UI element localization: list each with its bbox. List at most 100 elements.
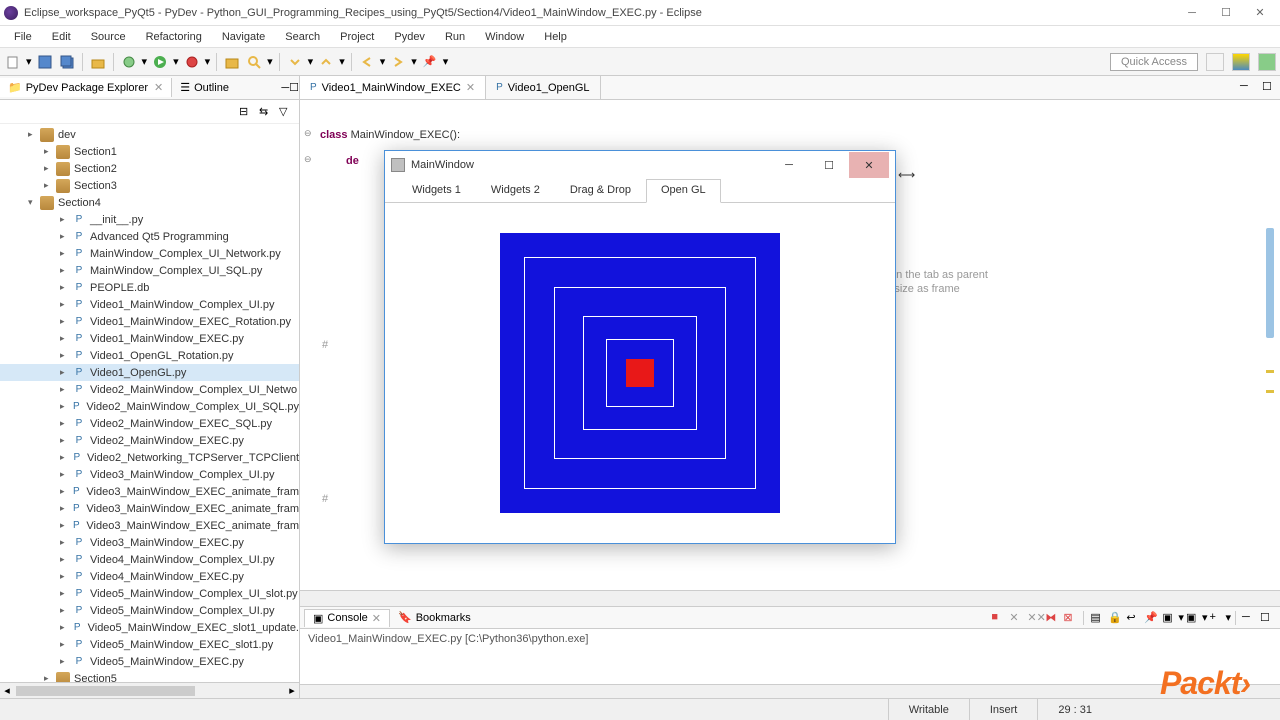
remove-launch-icon[interactable]: ✕ <box>1009 611 1023 625</box>
editor-horizontal-scrollbar[interactable] <box>300 590 1280 606</box>
ext-tools-icon[interactable] <box>183 53 201 71</box>
tree-file-item[interactable]: ▸PVideo2_MainWindow_Complex_UI_Netwo <box>0 381 299 398</box>
tree-file-item[interactable]: ▸PVideo1_MainWindow_Complex_UI.py <box>0 296 299 313</box>
menu-run[interactable]: Run <box>435 29 475 45</box>
terminate-all-icon[interactable]: ⧓ <box>1045 611 1059 625</box>
remove-terminated-icon[interactable]: ⊠ <box>1063 611 1077 625</box>
tree-item[interactable]: ▸Section3 <box>0 177 299 194</box>
open-console-icon[interactable]: ▣ <box>1186 611 1200 625</box>
tree-file-item[interactable]: ▸PVideo1_OpenGL_Rotation.py <box>0 347 299 364</box>
tab-console[interactable]: ▣ Console ✕ <box>304 609 390 627</box>
tree-file-item[interactable]: ▸PVideo1_MainWindow_EXEC_Rotation.py <box>0 313 299 330</box>
open-perspective-icon[interactable] <box>1206 53 1224 71</box>
close-icon[interactable]: ✕ <box>466 81 475 94</box>
prev-annotation-icon[interactable] <box>317 53 335 71</box>
tree-item[interactable]: ▾Section4 <box>0 194 299 211</box>
tree-file-item[interactable]: ▸PVideo3_MainWindow_EXEC_animate_fram <box>0 517 299 534</box>
maximize-view-icon[interactable]: ☐ <box>1260 611 1274 625</box>
tab-package-explorer[interactable]: 📁 PyDev Package Explorer ✕ <box>0 78 172 97</box>
package-tree[interactable]: ▸dev ▸Section1 ▸Section2 ▸Section3 ▾Sect… <box>0 124 299 682</box>
popup-maximize-button[interactable]: ☐ <box>809 152 849 178</box>
menu-pydev[interactable]: Pydev <box>384 29 435 45</box>
tab-outline[interactable]: ☰ Outline <box>172 78 237 97</box>
tree-file-item[interactable]: ▸PVideo3_MainWindow_Complex_UI.py <box>0 466 299 483</box>
console-output[interactable]: Video1_MainWindow_EXEC.py [C:\Python36\p… <box>300 629 1280 684</box>
tree-file-item[interactable]: ▸P__init__.py <box>0 211 299 228</box>
tree-file-item[interactable]: ▸PVideo2_MainWindow_EXEC.py <box>0 432 299 449</box>
tree-file-item[interactable]: ▸PPEOPLE.db <box>0 279 299 296</box>
menu-navigate[interactable]: Navigate <box>212 29 275 45</box>
new-icon[interactable] <box>4 53 22 71</box>
popup-minimize-button[interactable]: ─ <box>769 152 809 178</box>
debug-icon[interactable] <box>120 53 138 71</box>
next-annotation-icon[interactable] <box>286 53 304 71</box>
tree-file-item[interactable]: ▸PVideo5_MainWindow_EXEC_slot1.py <box>0 636 299 653</box>
tree-file-item[interactable]: ▸PVideo5_MainWindow_Complex_UI_slot.py <box>0 585 299 602</box>
tree-file-item[interactable]: ▸PVideo1_OpenGL.py <box>0 364 299 381</box>
menu-search[interactable]: Search <box>275 29 330 45</box>
pin-console-icon[interactable]: 📌 <box>1144 611 1158 625</box>
tree-file-item[interactable]: ▸PVideo2_Networking_TCPServer_TCPClient <box>0 449 299 466</box>
tree-file-item[interactable]: ▸PVideo3_MainWindow_EXEC_animate_fram <box>0 500 299 517</box>
back-icon[interactable] <box>358 53 376 71</box>
tree-file-item[interactable]: ▸PVideo3_MainWindow_EXEC_animate_fram <box>0 483 299 500</box>
overview-ruler[interactable] <box>1266 228 1274 338</box>
tab-widgets2[interactable]: Widgets 2 <box>476 179 555 203</box>
tree-item[interactable]: ▸Section1 <box>0 143 299 160</box>
tree-file-item[interactable]: ▸PVideo5_MainWindow_EXEC.py <box>0 653 299 670</box>
terminate-icon[interactable]: ■ <box>991 611 1005 625</box>
debug-perspective-icon[interactable] <box>1258 53 1276 71</box>
minimize-view-icon[interactable]: ─ <box>281 82 289 94</box>
menu-source[interactable]: Source <box>81 29 136 45</box>
horizontal-scrollbar[interactable]: ◂▸ <box>0 682 299 698</box>
display-selected-icon[interactable]: ▣ <box>1162 611 1176 625</box>
tree-file-item[interactable]: ▸PVideo3_MainWindow_EXEC.py <box>0 534 299 551</box>
minimize-view-icon[interactable]: ─ <box>1242 611 1256 625</box>
tab-dragdrop[interactable]: Drag & Drop <box>555 179 646 203</box>
tree-item[interactable]: ▸dev <box>0 126 299 143</box>
menu-edit[interactable]: Edit <box>42 29 81 45</box>
import-icon[interactable] <box>89 53 107 71</box>
tree-file-item[interactable]: ▸PVideo5_MainWindow_EXEC_slot1_update. <box>0 619 299 636</box>
tab-widgets1[interactable]: Widgets 1 <box>397 179 476 203</box>
tree-file-item[interactable]: ▸PVideo1_MainWindow_EXEC.py <box>0 330 299 347</box>
menu-window[interactable]: Window <box>475 29 534 45</box>
tree-file-item[interactable]: ▸PVideo2_MainWindow_Complex_UI_SQL.py <box>0 398 299 415</box>
new-console-icon[interactable]: + <box>1209 611 1223 625</box>
editor-tab-opengl[interactable]: P Video1_OpenGL <box>486 76 600 99</box>
console-scrollbar[interactable] <box>300 684 1280 698</box>
maximize-button[interactable]: ☐ <box>1218 5 1234 21</box>
close-icon[interactable]: ✕ <box>372 612 381 625</box>
menu-file[interactable]: File <box>4 29 42 45</box>
quick-access[interactable]: Quick Access <box>1110 53 1198 71</box>
tree-file-item[interactable]: ▸PMainWindow_Complex_UI_SQL.py <box>0 262 299 279</box>
maximize-editor-icon[interactable]: ☐ <box>1262 80 1276 94</box>
tree-file-item[interactable]: ▸PVideo5_MainWindow_Complex_UI.py <box>0 602 299 619</box>
minimize-button[interactable]: ─ <box>1184 5 1200 21</box>
forward-icon[interactable] <box>389 53 407 71</box>
tree-item[interactable]: ▸Section2 <box>0 160 299 177</box>
tree-file-item[interactable]: ▸PVideo2_MainWindow_EXEC_SQL.py <box>0 415 299 432</box>
save-icon[interactable] <box>36 53 54 71</box>
link-editor-icon[interactable]: ⇆ <box>259 105 273 119</box>
view-menu-icon[interactable]: ▽ <box>279 105 293 119</box>
tab-bookmarks[interactable]: 🔖 Bookmarks <box>390 609 479 626</box>
scroll-lock-icon[interactable]: 🔒 <box>1108 611 1122 625</box>
pin-icon[interactable]: 📌 <box>421 53 439 71</box>
tree-file-item[interactable]: ▸PAdvanced Qt5 Programming <box>0 228 299 245</box>
close-button[interactable]: ✕ <box>1252 5 1268 21</box>
tree-item[interactable]: ▸Section5 <box>0 670 299 682</box>
clear-console-icon[interactable]: ▤ <box>1090 611 1104 625</box>
save-all-icon[interactable] <box>58 53 76 71</box>
tree-file-item[interactable]: ▸PMainWindow_Complex_UI_Network.py <box>0 245 299 262</box>
tab-opengl[interactable]: Open GL <box>646 179 721 203</box>
search-icon[interactable] <box>245 53 263 71</box>
menu-help[interactable]: Help <box>534 29 577 45</box>
collapse-all-icon[interactable]: ⊟ <box>239 105 253 119</box>
word-wrap-icon[interactable]: ↩ <box>1126 611 1140 625</box>
editor-tab-exec[interactable]: P Video1_MainWindow_EXEC ✕ <box>300 76 486 99</box>
remove-all-icon[interactable]: ✕✕ <box>1027 611 1041 625</box>
close-icon[interactable]: ✕ <box>154 81 163 94</box>
popup-close-button[interactable]: ✕ <box>849 152 889 178</box>
tree-file-item[interactable]: ▸PVideo4_MainWindow_Complex_UI.py <box>0 551 299 568</box>
